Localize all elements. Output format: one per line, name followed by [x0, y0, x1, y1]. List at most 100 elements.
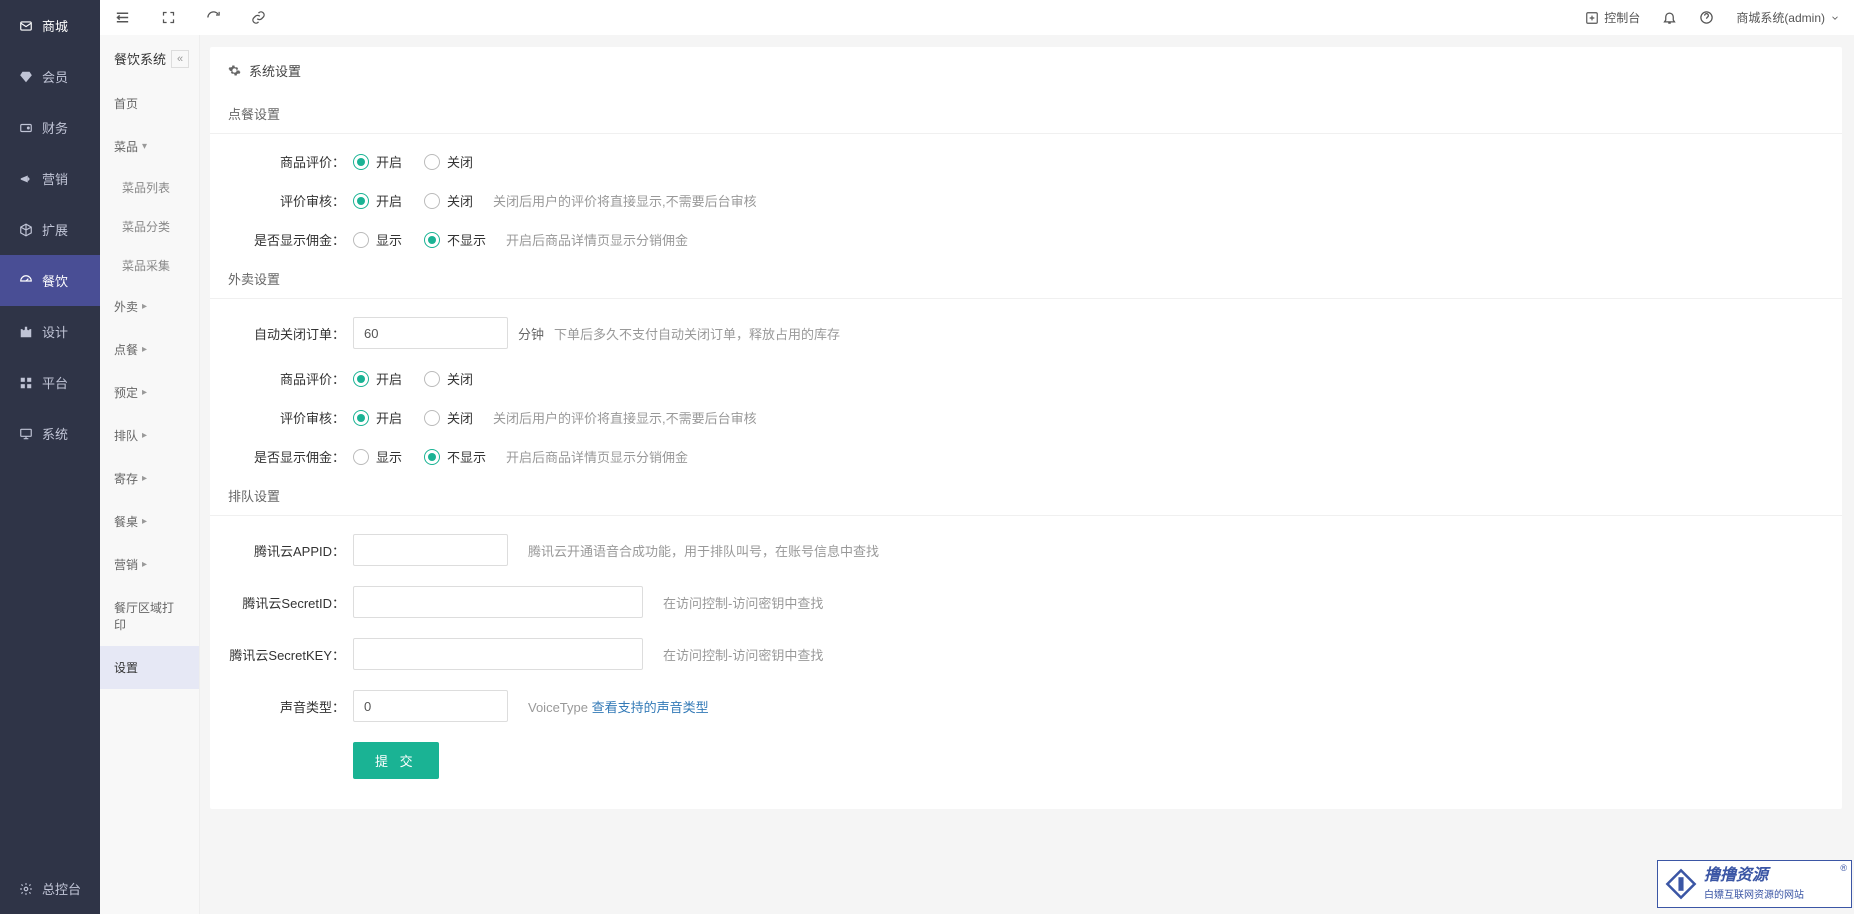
- panel-title: 系统设置: [249, 61, 301, 80]
- radio-label: 显示: [376, 447, 402, 466]
- settings-panel: 系统设置 点餐设置 商品评价： 开启 关闭 评价审核： 开启 关闭 关闭后用户的…: [210, 47, 1842, 809]
- appid-input[interactable]: [353, 534, 508, 566]
- sidebar-item-label: 营销: [42, 169, 68, 188]
- radio-show[interactable]: 显示: [353, 230, 402, 249]
- form-hint: 在访问控制-访问密钥中查找: [663, 645, 823, 664]
- sub-item-tables[interactable]: 餐桌▸: [100, 500, 199, 543]
- sidebar-item-main-console[interactable]: 总控台: [0, 863, 100, 914]
- user-menu[interactable]: 商城系统(admin): [1736, 9, 1840, 26]
- sub-sidebar: 餐饮系统 « 首页 菜品▾ 菜品列表 菜品分类 菜品采集 外卖▸ 点餐▸ 预定▸…: [100, 35, 200, 914]
- fullscreen-icon[interactable]: [161, 10, 176, 25]
- sub-item-label: 预定: [114, 384, 138, 401]
- form-hint: 开启后商品详情页显示分销佣金: [506, 230, 688, 249]
- sub-item-promo[interactable]: 营销▸: [100, 543, 199, 586]
- watermark-sub: 白嫖互联网资源的网站: [1704, 886, 1804, 901]
- caret-right-icon: ▸: [142, 301, 147, 312]
- radio-open[interactable]: 开启: [353, 191, 402, 210]
- sub-item-print[interactable]: 餐厅区域打印: [100, 586, 199, 646]
- caret-right-icon: ▸: [142, 559, 147, 570]
- sub-item-settings[interactable]: 设置: [100, 646, 199, 689]
- radio-label: 开启: [376, 191, 402, 210]
- sidebar-item-system[interactable]: 系统: [0, 408, 100, 459]
- notification-icon[interactable]: [1662, 10, 1677, 25]
- menu-toggle-icon[interactable]: [114, 9, 131, 26]
- console-link[interactable]: 控制台: [1585, 9, 1640, 26]
- voicetype-input[interactable]: [353, 690, 508, 722]
- user-label: 商城系统(admin): [1736, 9, 1825, 26]
- radio-hide[interactable]: 不显示: [424, 230, 486, 249]
- gear-icon: [228, 64, 241, 77]
- radio-icon: [424, 449, 440, 465]
- form-hint: 腾讯云开通语音合成功能，用于排队叫号，在账号信息中查找: [528, 541, 879, 560]
- radio-icon: [353, 154, 369, 170]
- row-queue-voicetype: 声音类型： VoiceType 查看支持的声音类型: [210, 680, 1842, 732]
- voicetype-link[interactable]: 查看支持的声音类型: [592, 700, 709, 715]
- radio-show[interactable]: 显示: [353, 447, 402, 466]
- radio-close[interactable]: 关闭: [424, 408, 473, 427]
- radio-icon: [353, 193, 369, 209]
- radio-hide[interactable]: 不显示: [424, 447, 486, 466]
- row-ordering-commission: 是否显示佣金： 显示 不显示 开启后商品详情页显示分销佣金: [210, 220, 1842, 259]
- sub-item-ordering[interactable]: 点餐▸: [100, 328, 199, 371]
- sub-item-takeout[interactable]: 外卖▸: [100, 285, 199, 328]
- submit-button[interactable]: 提 交: [353, 742, 439, 779]
- sub-subitem-dish-category[interactable]: 菜品分类: [100, 207, 199, 246]
- form-label: 是否显示佣金：: [228, 447, 353, 466]
- row-takeout-review-audit: 评价审核： 开启 关闭 关闭后用户的评价将直接显示,不需要后台审核: [210, 398, 1842, 437]
- refresh-icon[interactable]: [206, 10, 221, 25]
- secretkey-input[interactable]: [353, 638, 643, 670]
- sidebar-item-label: 平台: [42, 373, 68, 392]
- topbar: 控制台 商城系统(admin): [100, 0, 1854, 35]
- sidebar-item-marketing[interactable]: 营销: [0, 153, 100, 204]
- row-submit: 提 交: [210, 732, 1842, 789]
- radio-open[interactable]: 开启: [353, 408, 402, 427]
- radio-open[interactable]: 开启: [353, 369, 402, 388]
- auto-close-input[interactable]: [353, 317, 508, 349]
- sidebar-item-label: 财务: [42, 118, 68, 137]
- radio-label: 关闭: [447, 369, 473, 388]
- sidebar-item-label: 总控台: [42, 879, 81, 898]
- row-queue-secretid: 腾讯云SecretID： 在访问控制-访问密钥中查找: [210, 576, 1842, 628]
- sidebar-item-finance[interactable]: 财务: [0, 102, 100, 153]
- grid-icon: [18, 375, 34, 391]
- sidebar-item-mall[interactable]: 商城: [0, 0, 100, 51]
- radio-open[interactable]: 开启: [353, 152, 402, 171]
- caret-right-icon: ▸: [142, 344, 147, 355]
- radio-icon: [424, 410, 440, 426]
- radio-icon: [353, 232, 369, 248]
- sidebar-item-platform[interactable]: 平台: [0, 357, 100, 408]
- radio-close[interactable]: 关闭: [424, 191, 473, 210]
- link-icon[interactable]: [251, 10, 266, 25]
- form-label: 评价审核：: [228, 408, 353, 427]
- sidebar-item-catering[interactable]: 餐饮: [0, 255, 100, 306]
- sub-item-reservation[interactable]: 预定▸: [100, 371, 199, 414]
- sub-item-queue[interactable]: 排队▸: [100, 414, 199, 457]
- row-queue-secretkey: 腾讯云SecretKEY： 在访问控制-访问密钥中查找: [210, 628, 1842, 680]
- sub-subitem-dish-list[interactable]: 菜品列表: [100, 168, 199, 207]
- form-label: 自动关闭订单：: [228, 324, 353, 343]
- radio-close[interactable]: 关闭: [424, 152, 473, 171]
- row-ordering-product-review: 商品评价： 开启 关闭: [210, 142, 1842, 181]
- help-icon[interactable]: [1699, 10, 1714, 25]
- sidebar-item-design[interactable]: 设计: [0, 306, 100, 357]
- sidebar-item-label: 设计: [42, 322, 68, 341]
- row-queue-appid: 腾讯云APPID： 腾讯云开通语音合成功能，用于排队叫号，在账号信息中查找: [210, 524, 1842, 576]
- radio-icon: [424, 232, 440, 248]
- radio-label: 显示: [376, 230, 402, 249]
- radio-close[interactable]: 关闭: [424, 369, 473, 388]
- sub-item-storage[interactable]: 寄存▸: [100, 457, 199, 500]
- sub-item-label: 菜品列表: [122, 181, 170, 195]
- sub-item-dishes[interactable]: 菜品▾: [100, 125, 199, 168]
- sidebar-item-extension[interactable]: 扩展: [0, 204, 100, 255]
- sub-item-home[interactable]: 首页: [100, 82, 199, 125]
- form-label: 声音类型：: [228, 697, 353, 716]
- sub-subitem-dish-collect[interactable]: 菜品采集: [100, 246, 199, 285]
- caret-right-icon: ▸: [142, 473, 147, 484]
- sub-sidebar-collapse-icon[interactable]: «: [171, 50, 189, 68]
- form-hint: VoiceType 查看支持的声音类型: [528, 697, 709, 716]
- sub-item-label: 设置: [114, 659, 138, 676]
- radio-label: 关闭: [447, 408, 473, 427]
- sidebar-item-label: 餐饮: [42, 271, 68, 290]
- sidebar-item-member[interactable]: 会员: [0, 51, 100, 102]
- secretid-input[interactable]: [353, 586, 643, 618]
